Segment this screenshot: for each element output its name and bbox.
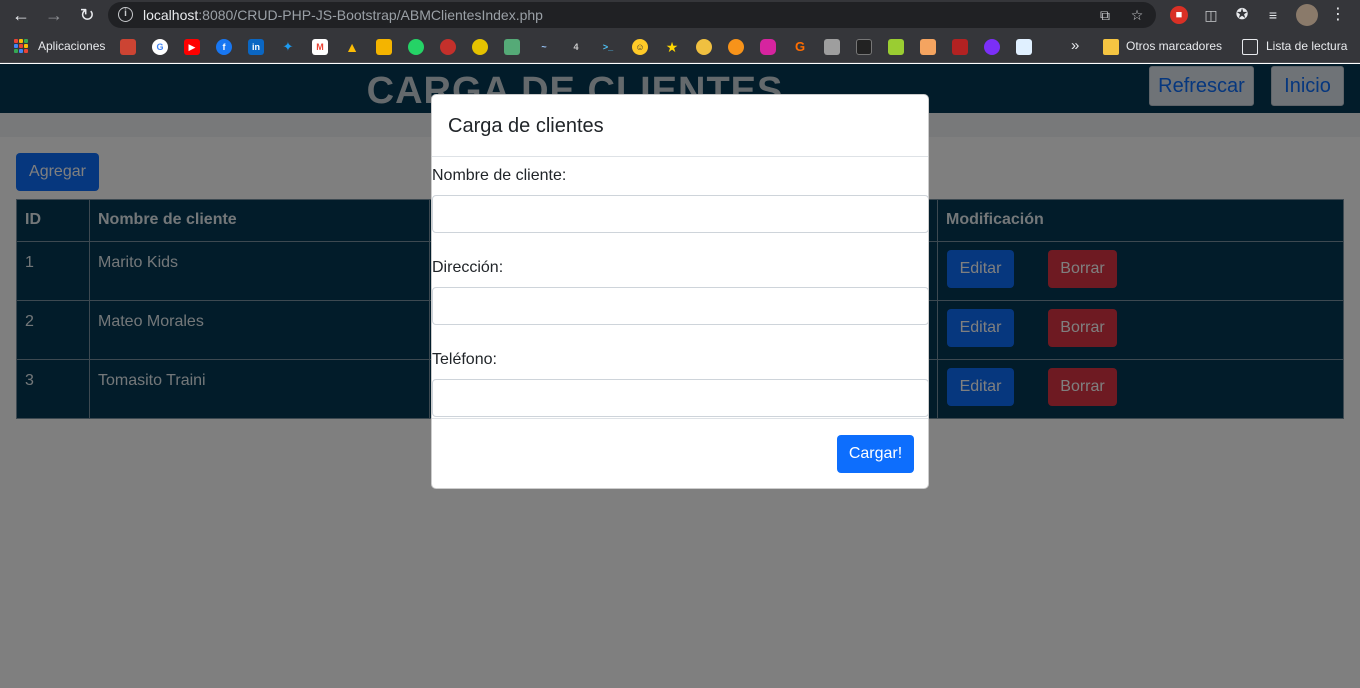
bookmark-gmail-icon[interactable]: M: [312, 39, 328, 55]
bookmark-gray-icon[interactable]: [824, 39, 840, 55]
bookmark-wave-icon[interactable]: ~: [536, 39, 552, 55]
site-info-icon[interactable]: i: [118, 7, 133, 22]
bookmark-photos-icon[interactable]: [376, 39, 392, 55]
url-path: :8080/CRUD-PHP-JS-Bootstrap/ABMClientesI…: [198, 7, 543, 23]
submit-button[interactable]: Cargar!: [837, 435, 914, 473]
media-control-icon[interactable]: ≡: [1264, 6, 1282, 24]
bookmark-store-icon[interactable]: [120, 39, 136, 55]
reload-icon[interactable]: ↻: [76, 4, 98, 26]
bookmark-whatsapp-icon[interactable]: [408, 39, 424, 55]
bookmark-red-eye-icon[interactable]: [440, 39, 456, 55]
name-label: Nombre de cliente:: [432, 167, 567, 184]
browser-toolbar: ← → ↻ i localhost:8080/CRUD-PHP-JS-Boots…: [0, 0, 1360, 31]
modal-title: Carga de clientes: [448, 115, 604, 137]
bookmark-puzzle-icon[interactable]: [920, 39, 936, 55]
modal-footer: Cargar!: [432, 418, 928, 488]
bookmark-lime-icon[interactable]: [888, 39, 904, 55]
url-text[interactable]: localhost:8080/CRUD-PHP-JS-Bootstrap/ABM…: [143, 7, 543, 23]
bookmark-facebook-icon[interactable]: f: [216, 39, 232, 55]
bookmark-google-icon[interactable]: G: [152, 39, 168, 55]
bookmark-green-icon[interactable]: [504, 39, 520, 55]
phone-label: Teléfono:: [432, 351, 497, 368]
bookmark-drive-icon[interactable]: ▲: [344, 39, 360, 55]
share-icon[interactable]: ⧉: [1096, 6, 1114, 24]
address-input[interactable]: [432, 287, 928, 325]
back-icon[interactable]: ←: [10, 4, 32, 26]
bookmark-twitter-icon[interactable]: ✦: [280, 39, 296, 55]
bookmark-youtube-icon[interactable]: ▶: [184, 39, 200, 55]
bookmark-apps-label[interactable]: Aplicaciones: [38, 39, 105, 53]
extension-shield-icon[interactable]: ◫: [1202, 6, 1220, 24]
url-host: localhost: [143, 7, 199, 23]
bookmark-red-icon[interactable]: [952, 39, 968, 55]
bookmark-cisco-icon[interactable]: [1016, 39, 1032, 55]
bookmark-dark-icon[interactable]: [856, 39, 872, 55]
bookmark-g-orange-icon[interactable]: G: [792, 39, 808, 55]
bookmark-terminal-icon[interactable]: >_: [600, 39, 616, 55]
profile-avatar[interactable]: [1296, 4, 1318, 26]
modal-header: Carga de clientes: [432, 95, 928, 157]
reading-list-label[interactable]: Lista de lectura: [1266, 39, 1347, 53]
name-input[interactable]: [432, 195, 928, 233]
forward-icon[interactable]: →: [43, 4, 65, 26]
bookmark-yellow-globe-icon[interactable]: [472, 39, 488, 55]
apps-grid-icon[interactable]: [14, 39, 28, 53]
extensions-puzzle-icon[interactable]: ✪: [1233, 6, 1251, 24]
bookmark-linkedin-icon[interactable]: in: [248, 39, 264, 55]
bookmark-orange-coin-icon[interactable]: [728, 39, 744, 55]
bookmark-star-icon[interactable]: ★: [664, 39, 680, 55]
bookmark-emoji-icon[interactable]: ☺: [632, 39, 648, 55]
bookmarks-overflow-icon[interactable]: »: [1071, 37, 1079, 54]
client-modal: Carga de clientes Nombre de cliente: Dir…: [431, 94, 929, 489]
extension-lock-icon[interactable]: ■: [1170, 6, 1188, 24]
menu-dots-icon[interactable]: ⋮: [1327, 4, 1349, 26]
bookmark-purple-icon[interactable]: [984, 39, 1000, 55]
bookmark-instagram-icon[interactable]: [760, 39, 776, 55]
address-label: Dirección:: [432, 259, 504, 276]
folder-icon: [1103, 39, 1119, 55]
bookmark-other-label[interactable]: Otros marcadores: [1126, 39, 1222, 53]
address-bar[interactable]: i localhost:8080/CRUD-PHP-JS-Bootstrap/A…: [108, 2, 1156, 28]
star-icon[interactable]: ☆: [1128, 6, 1146, 24]
bookmark-script-icon[interactable]: 4: [568, 39, 584, 55]
bookmark-burger-icon[interactable]: [696, 39, 712, 55]
phone-input[interactable]: [432, 379, 928, 417]
reading-list-icon[interactable]: [1242, 39, 1258, 55]
